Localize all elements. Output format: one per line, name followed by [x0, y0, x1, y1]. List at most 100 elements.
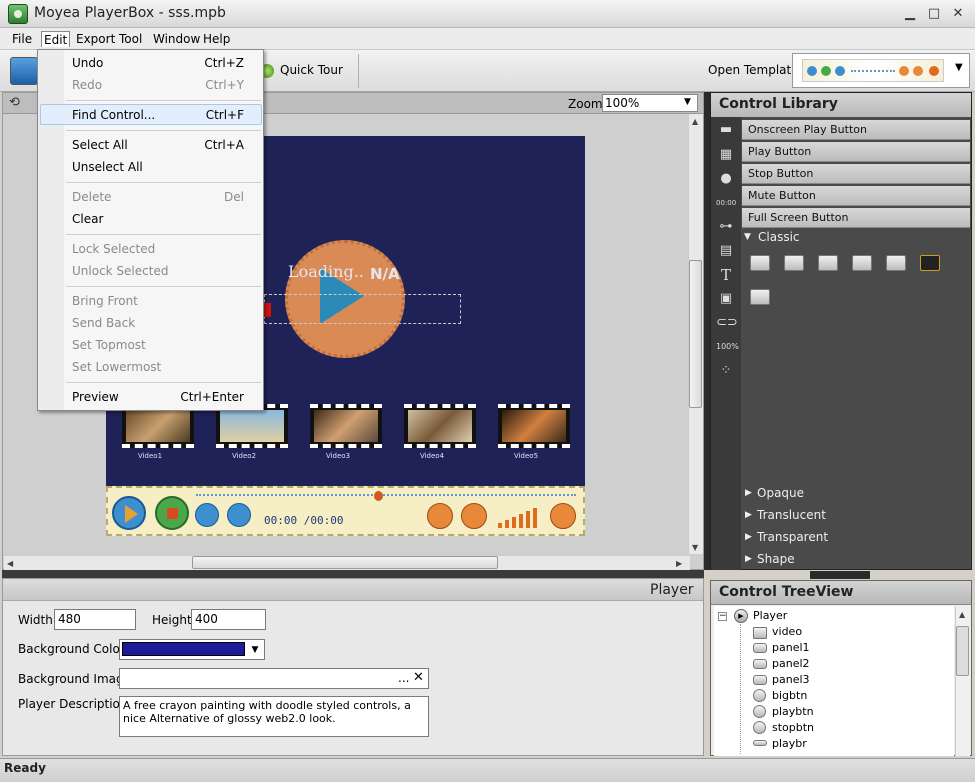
link-icon[interactable]: ⊂⊃: [716, 314, 738, 332]
triangle-right-icon[interactable]: ▶: [745, 554, 752, 564]
tree-node[interactable]: video: [772, 624, 802, 640]
maximize-icon[interactable]: □: [926, 6, 942, 22]
timer-icon[interactable]: 00:00: [716, 194, 736, 212]
treeview-scroll-thumb[interactable]: [956, 626, 969, 676]
scroll-right-icon[interactable]: ▶: [676, 559, 682, 568]
classic-control-icon[interactable]: [920, 255, 940, 271]
menu-item-set-lowermost[interactable]: Set Lowermost: [72, 360, 161, 374]
tree-node-player[interactable]: Player: [753, 608, 787, 624]
stop-icon[interactable]: [155, 496, 189, 530]
video-thumbnail[interactable]: [310, 404, 382, 448]
tree-node[interactable]: stopbtn: [772, 720, 814, 736]
menu-item-unselect-all[interactable]: Unselect All: [72, 160, 143, 174]
player-description-input[interactable]: A free crayon painting with doodle style…: [119, 696, 429, 737]
menu-item-lock-selected[interactable]: Lock Selected: [72, 242, 155, 256]
playlist-icon[interactable]: [427, 503, 453, 529]
menu-item-preview[interactable]: Preview: [72, 390, 119, 404]
chevron-down-icon[interactable]: ▼: [248, 642, 262, 658]
menu-item-unlock-selected[interactable]: Unlock Selected: [72, 264, 168, 278]
tree-node[interactable]: panel2: [772, 656, 810, 672]
clear-icon[interactable]: ✕: [413, 670, 424, 685]
menu-edit[interactable]: Edit: [41, 31, 71, 47]
menu-item-find-control[interactable]: Find Control...: [72, 108, 155, 122]
library-section-translucent[interactable]: Translucent: [757, 508, 826, 522]
circle-icon[interactable]: ●: [716, 170, 736, 188]
video-icon[interactable]: ▦: [716, 146, 736, 164]
rotate-icon[interactable]: ⟲: [9, 96, 23, 110]
new-project-button[interactable]: [10, 57, 38, 85]
triangle-right-icon[interactable]: ▶: [745, 510, 752, 520]
image-icon[interactable]: ▣: [716, 290, 736, 308]
classic-control-icon[interactable]: [750, 255, 770, 271]
list-icon[interactable]: ▤: [716, 242, 736, 260]
slider-icon[interactable]: ⊶: [716, 218, 736, 236]
classic-control-icon[interactable]: [750, 289, 770, 305]
triangle-right-icon[interactable]: ▶: [745, 532, 752, 542]
menu-item-set-topmost[interactable]: Set Topmost: [72, 338, 146, 352]
minimize-icon[interactable]: ▁: [902, 6, 918, 22]
collapse-icon[interactable]: −: [718, 612, 727, 621]
volume-icon[interactable]: [461, 503, 487, 529]
scroll-up-icon[interactable]: ▲: [692, 117, 698, 126]
tree-node[interactable]: playbr: [772, 736, 807, 752]
library-category-stop-button[interactable]: Stop Button: [742, 164, 970, 184]
dots-icon[interactable]: ⁘: [716, 362, 736, 380]
scroll-up-icon[interactable]: ▲: [959, 610, 965, 619]
tree-node[interactable]: panel3: [772, 672, 810, 688]
tree-node[interactable]: playbtn: [772, 704, 814, 720]
text-icon[interactable]: T: [716, 266, 736, 284]
library-section-classic[interactable]: Classic: [758, 230, 800, 244]
canvas-vertical-scroll-thumb[interactable]: [689, 260, 702, 408]
button-icon[interactable]: ▬: [716, 121, 736, 139]
menu-tool[interactable]: Tool: [117, 31, 144, 47]
menu-file[interactable]: File: [10, 31, 34, 47]
menu-item-clear[interactable]: Clear: [72, 212, 103, 226]
classic-control-icon[interactable]: [852, 255, 872, 271]
menu-item-send-back[interactable]: Send Back: [72, 316, 135, 330]
video-thumbnail[interactable]: [498, 404, 570, 448]
library-category-mute-button[interactable]: Mute Button: [742, 186, 970, 206]
library-section-transparent[interactable]: Transparent: [757, 530, 828, 544]
volume-level-icon[interactable]: [498, 506, 544, 528]
width-input[interactable]: 480: [54, 609, 136, 630]
menu-item-select-all[interactable]: Select All: [72, 138, 128, 152]
menu-window[interactable]: Window: [151, 31, 202, 47]
classic-control-icon[interactable]: [818, 255, 838, 271]
library-category-onscreen-play-button[interactable]: Onscreen Play Button: [742, 120, 970, 140]
library-section-shape[interactable]: Shape: [757, 552, 795, 566]
browse-button[interactable]: ...: [398, 671, 409, 685]
fast-forward-icon[interactable]: [227, 503, 251, 527]
video-thumbnail[interactable]: [404, 404, 476, 448]
triangle-down-icon[interactable]: ▼: [744, 232, 751, 242]
menu-item-redo[interactable]: Redo: [72, 78, 102, 92]
play-icon[interactable]: [112, 496, 146, 530]
seek-bar[interactable]: [196, 494, 576, 498]
menu-item-bring-front[interactable]: Bring Front: [72, 294, 138, 308]
library-splitter-grip[interactable]: [810, 571, 870, 579]
menu-item-delete[interactable]: Delete: [72, 190, 111, 204]
horizontal-splitter[interactable]: [2, 570, 704, 578]
height-input[interactable]: 400: [191, 609, 266, 630]
tree-node[interactable]: bigbtn: [772, 688, 807, 704]
chevron-down-icon[interactable]: ▼: [684, 97, 691, 107]
triangle-right-icon[interactable]: ▶: [745, 488, 752, 498]
rewind-icon[interactable]: [195, 503, 219, 527]
scroll-down-icon[interactable]: ▼: [692, 543, 698, 552]
menu-item-undo[interactable]: Undo: [72, 56, 103, 70]
menu-export[interactable]: Export: [74, 31, 117, 47]
library-section-opaque[interactable]: Opaque: [757, 486, 804, 500]
canvas-horizontal-scroll-thumb[interactable]: [192, 556, 498, 569]
library-category-full-screen-button[interactable]: Full Screen Button: [742, 208, 970, 228]
close-icon[interactable]: ✕: [950, 6, 966, 22]
chevron-down-icon[interactable]: ▼: [955, 62, 963, 73]
library-category-play-button[interactable]: Play Button: [742, 142, 970, 162]
classic-control-icon[interactable]: [886, 255, 906, 271]
scroll-left-icon[interactable]: ◀: [7, 559, 13, 568]
menu-help[interactable]: Help: [201, 31, 232, 47]
background-color-swatch[interactable]: [122, 642, 245, 656]
classic-control-icon[interactable]: [784, 255, 804, 271]
tree-node[interactable]: panel1: [772, 640, 810, 656]
percent-icon[interactable]: 100%: [716, 338, 739, 356]
fullscreen-icon[interactable]: [550, 503, 576, 529]
quick-tour-button[interactable]: Quick Tour: [280, 63, 343, 77]
